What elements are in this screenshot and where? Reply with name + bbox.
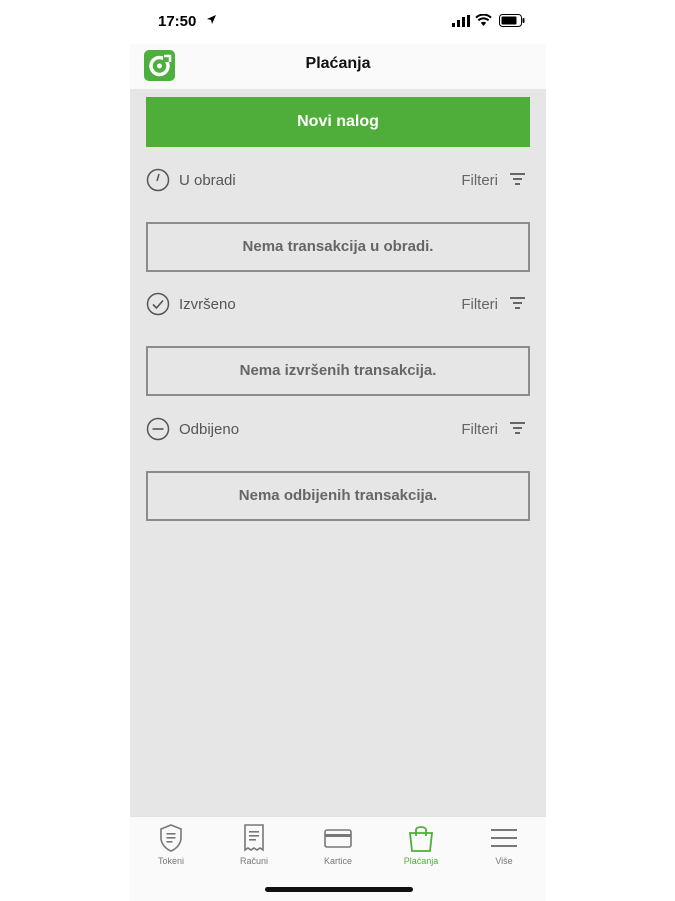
tab-cards[interactable]: Kartice <box>303 823 373 873</box>
phone-screen: 17:50 Plaćanja Novi nalog U obradi Filte… <box>130 0 546 901</box>
filter-icon <box>510 422 525 434</box>
card-icon <box>324 829 352 848</box>
filter-button[interactable]: Filteri <box>440 417 530 443</box>
navigation-bar: Plaćanja <box>130 44 546 89</box>
tab-payments[interactable]: Plaćanja <box>386 823 456 873</box>
tab-label: Tokeni <box>157 856 184 866</box>
section-label: Izvršeno <box>179 296 236 313</box>
section-header-in-progress: U obradi Filteri <box>146 168 530 194</box>
tab-tokens[interactable]: Tokeni <box>136 823 206 873</box>
bag-icon <box>408 826 434 852</box>
section-label: U obradi <box>179 172 236 189</box>
tab-more[interactable]: Više <box>469 823 539 873</box>
empty-state-rejected: Nema odbijenih transakcija. <box>146 471 530 521</box>
payments-content: Novi nalog U obradi Filteri Nema transak… <box>130 89 546 816</box>
home-indicator[interactable] <box>265 887 413 892</box>
status-time: 17:50 <box>158 13 197 30</box>
section-label: Odbijeno <box>179 421 240 438</box>
battery-icon <box>499 14 525 27</box>
clock-icon <box>146 168 170 192</box>
tab-accounts[interactable]: Računi <box>219 823 289 873</box>
new-order-button[interactable]: Novi nalog <box>146 97 530 147</box>
filter-label: Filteri <box>461 296 498 313</box>
filter-icon <box>510 297 525 309</box>
menu-icon <box>491 829 517 847</box>
filter-button[interactable]: Filteri <box>440 292 530 318</box>
tab-label: Kartice <box>323 856 352 866</box>
filter-label: Filteri <box>461 421 498 438</box>
shield-icon <box>160 824 182 852</box>
receipt-icon <box>244 824 264 852</box>
page-title: Plaćanja <box>305 55 371 72</box>
wifi-icon <box>475 14 492 26</box>
section-header-completed: Izvršeno Filteri <box>146 292 530 318</box>
empty-state-completed: Nema izvršenih transakcija. <box>146 346 530 396</box>
tab-label: Plaćanja <box>403 856 439 866</box>
section-header-rejected: Odbijeno Filteri <box>146 417 530 443</box>
status-bar: 17:50 <box>130 0 546 44</box>
tab-label: Više <box>495 856 513 866</box>
filter-label: Filteri <box>461 172 498 189</box>
signal-icon <box>452 15 470 27</box>
tab-label: Računi <box>239 856 268 866</box>
filter-button[interactable]: Filteri <box>440 168 530 194</box>
empty-state-in-progress: Nema transakcija u obradi. <box>146 222 530 272</box>
minus-circle-icon <box>146 417 170 441</box>
location-arrow-icon <box>207 15 216 24</box>
check-circle-icon <box>146 292 170 316</box>
filter-icon <box>510 173 525 185</box>
